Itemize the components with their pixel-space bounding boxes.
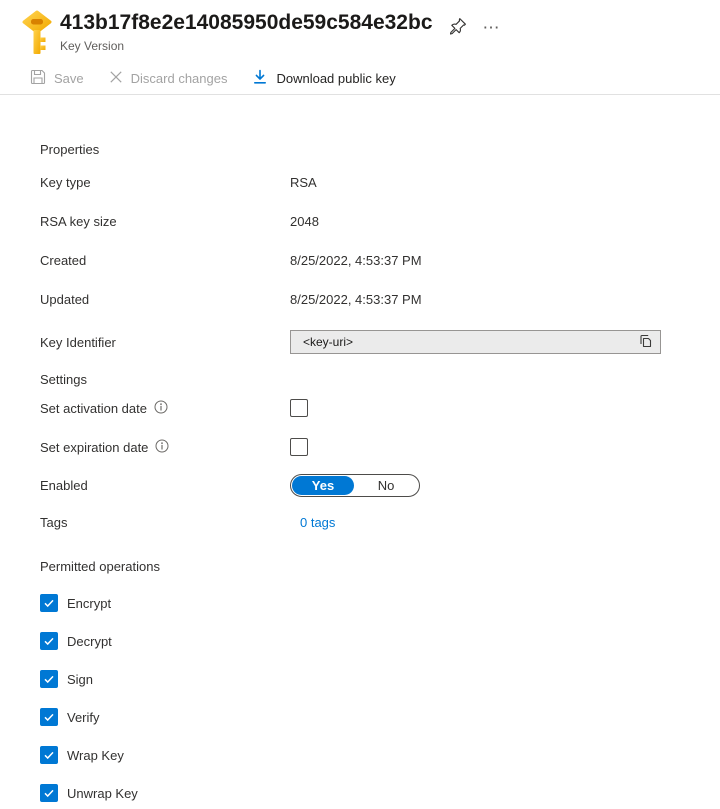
settings-section-title: Settings bbox=[40, 372, 720, 387]
discard-changes-button[interactable]: Discard changes bbox=[109, 70, 228, 87]
activation-date-checkbox[interactable] bbox=[290, 399, 308, 417]
pin-icon bbox=[449, 17, 467, 38]
setting-row-activation-date: Set activation date bbox=[40, 399, 720, 417]
info-icon[interactable] bbox=[155, 439, 169, 456]
operation-row-sign: Sign bbox=[40, 670, 720, 688]
operation-row-wrap-key: Wrap Key bbox=[40, 746, 720, 764]
expiration-date-checkbox[interactable] bbox=[290, 438, 308, 456]
sign-checkbox[interactable] bbox=[40, 670, 58, 688]
copy-button[interactable] bbox=[638, 333, 654, 352]
tags-link[interactable]: 0 tags bbox=[290, 515, 335, 530]
updated-value: 8/25/2022, 4:53:37 PM bbox=[290, 292, 422, 307]
key-version-page: 413b17f8e2e14085950de59c584e32bc Key Ver… bbox=[0, 0, 720, 802]
verify-label: Verify bbox=[67, 710, 100, 725]
property-row-rsa-key-size: RSA key size 2048 bbox=[40, 213, 720, 229]
key-version-form: Properties Key type RSA RSA key size 204… bbox=[0, 142, 720, 802]
copy-icon bbox=[638, 333, 654, 352]
wrap-key-checkbox[interactable] bbox=[40, 746, 58, 764]
created-label: Created bbox=[40, 253, 290, 268]
command-bar: Save Discard changes Download public key bbox=[0, 63, 720, 95]
enabled-toggle-no[interactable]: No bbox=[354, 476, 418, 495]
key-icon bbox=[20, 10, 54, 56]
properties-section-title: Properties bbox=[40, 142, 720, 157]
decrypt-checkbox[interactable] bbox=[40, 632, 58, 650]
setting-row-enabled: Enabled Yes No bbox=[40, 474, 720, 497]
title-block: 413b17f8e2e14085950de59c584e32bc Key Ver… bbox=[60, 10, 433, 53]
more-options-button[interactable]: ⋯ bbox=[483, 19, 500, 36]
save-button[interactable]: Save bbox=[30, 69, 84, 88]
rsa-key-size-value: 2048 bbox=[290, 214, 319, 229]
info-icon[interactable] bbox=[154, 400, 168, 417]
enabled-toggle-yes[interactable]: Yes bbox=[292, 476, 354, 495]
download-icon bbox=[252, 69, 268, 88]
key-type-value: RSA bbox=[290, 175, 317, 190]
setting-row-expiration-date: Set expiration date bbox=[40, 438, 720, 456]
encrypt-label: Encrypt bbox=[67, 596, 111, 611]
key-type-label: Key type bbox=[40, 175, 290, 190]
enabled-toggle: Yes No bbox=[290, 474, 420, 497]
property-row-updated: Updated 8/25/2022, 4:53:37 PM bbox=[40, 291, 720, 307]
more-icon: ⋯ bbox=[483, 19, 500, 36]
verify-checkbox[interactable] bbox=[40, 708, 58, 726]
download-label: Download public key bbox=[276, 71, 395, 86]
activation-date-label: Set activation date bbox=[40, 401, 147, 416]
save-icon bbox=[30, 69, 46, 88]
page-subtitle: Key Version bbox=[60, 39, 433, 53]
key-identifier-input[interactable]: <key-uri> bbox=[290, 330, 661, 354]
key-identifier-value: <key-uri> bbox=[303, 335, 353, 349]
unwrap-key-checkbox[interactable] bbox=[40, 784, 58, 802]
permitted-operations-section-title: Permitted operations bbox=[40, 559, 720, 574]
sign-label: Sign bbox=[67, 672, 93, 687]
created-value: 8/25/2022, 4:53:37 PM bbox=[290, 253, 422, 268]
operation-row-verify: Verify bbox=[40, 708, 720, 726]
operation-row-unwrap-key: Unwrap Key bbox=[40, 784, 720, 802]
header-actions: ⋯ bbox=[449, 17, 500, 38]
key-identifier-label: Key Identifier bbox=[40, 335, 290, 350]
operation-row-encrypt: Encrypt bbox=[40, 594, 720, 612]
page-title: 413b17f8e2e14085950de59c584e32bc bbox=[60, 10, 433, 36]
operation-row-decrypt: Decrypt bbox=[40, 632, 720, 650]
encrypt-checkbox[interactable] bbox=[40, 594, 58, 612]
updated-label: Updated bbox=[40, 292, 290, 307]
property-row-key-type: Key type RSA bbox=[40, 174, 720, 190]
property-row-key-identifier: Key Identifier <key-uri> bbox=[40, 330, 720, 354]
page-header: 413b17f8e2e14085950de59c584e32bc Key Ver… bbox=[0, 0, 720, 56]
enabled-label: Enabled bbox=[40, 478, 290, 493]
setting-row-tags: Tags 0 tags bbox=[40, 514, 720, 530]
decrypt-label: Decrypt bbox=[67, 634, 112, 649]
discard-label: Discard changes bbox=[131, 71, 228, 86]
unwrap-key-label: Unwrap Key bbox=[67, 786, 138, 801]
activation-date-label-group: Set activation date bbox=[40, 400, 290, 417]
rsa-key-size-label: RSA key size bbox=[40, 214, 290, 229]
x-icon bbox=[109, 70, 123, 87]
expiration-date-label: Set expiration date bbox=[40, 440, 148, 455]
download-public-key-button[interactable]: Download public key bbox=[252, 69, 395, 88]
save-label: Save bbox=[54, 71, 84, 86]
expiration-date-label-group: Set expiration date bbox=[40, 439, 290, 456]
wrap-key-label: Wrap Key bbox=[67, 748, 124, 763]
pin-button[interactable] bbox=[449, 17, 467, 38]
tags-label: Tags bbox=[40, 515, 290, 530]
property-row-created: Created 8/25/2022, 4:53:37 PM bbox=[40, 252, 720, 268]
